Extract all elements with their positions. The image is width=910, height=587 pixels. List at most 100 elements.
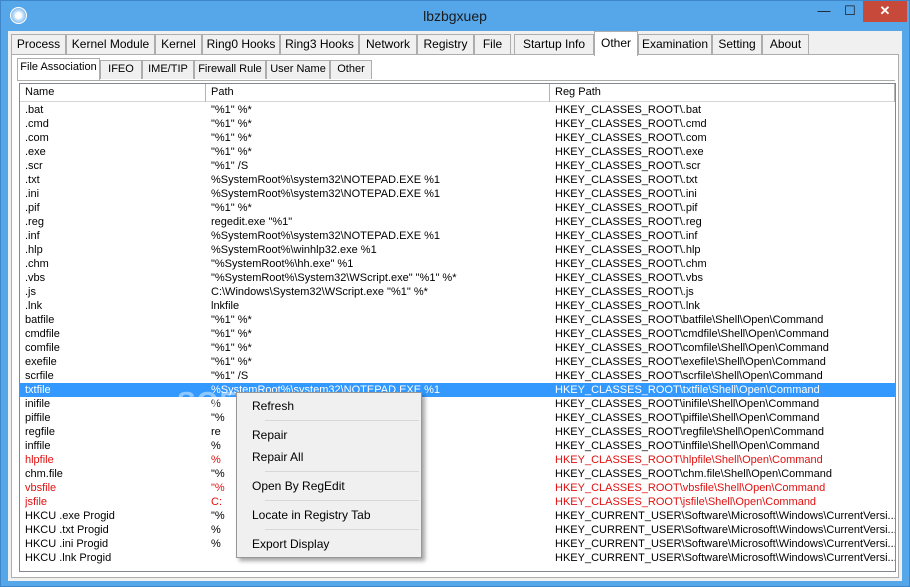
cell-name: inifile xyxy=(25,398,51,410)
table-row[interactable]: HKCU .ini Progid% HKEY_CURRENT_USER\Softw… xyxy=(20,537,895,551)
client-area: Process Kernel Module Kernel Ring0 Hooks… xyxy=(8,31,902,581)
table-row[interactable]: piffile "% HKEY_CLASSES_ROOT\piffile\Shell… xyxy=(20,411,895,425)
table-row[interactable]: hlpfile% HKEY_CLASSES_ROOT\hlpfile\Shell\… xyxy=(20,453,895,467)
table-row[interactable]: HKCU .exe Progid "% HKEY_CURRENT_USER\Soft… xyxy=(20,509,895,523)
menu-separator xyxy=(265,500,419,501)
table-row[interactable]: .vbs "%SystemRoot%\System32\WScript.exe" … xyxy=(20,271,895,285)
tab-ring3-hooks[interactable]: Ring3 Hooks xyxy=(280,34,359,55)
table-row[interactable]: HKCU .txt Progid% HKEY_CURRENT_USER\Softw… xyxy=(20,523,895,537)
title-bar[interactable]: lbzbgxuep — ☐ ✕ xyxy=(1,1,909,31)
table-row[interactable]: vbsfile "% HKEY_CLASSES_ROOT\vbsfile\Shell… xyxy=(20,481,895,495)
table-row[interactable]: .pif "%1" %* HKEY_CLASSES_ROOT\.pif xyxy=(20,201,895,215)
table-row[interactable]: .exe "%1" %* HKEY_CLASSES_ROOT\.exe xyxy=(20,145,895,159)
table-row[interactable]: HKCU .lnk Progid HKEY_CURRENT_USER\Softwa… xyxy=(20,551,895,565)
maximize-button[interactable]: ☐ xyxy=(837,1,863,22)
table-row[interactable]: inffile% HKEY_CLASSES_ROOT\inffile\Shell\… xyxy=(20,439,895,453)
subtab-user-name[interactable]: User Name xyxy=(266,60,330,79)
table-row[interactable]: .chm "%SystemRoot%\hh.exe" %1 HKEY_CLASSES… xyxy=(20,257,895,271)
table-row[interactable]: batfile "%1" %* HKEY_CLASSES_ROOT\batfile\… xyxy=(20,313,895,327)
tab-ring0-hooks[interactable]: Ring0 Hooks xyxy=(202,34,280,55)
column-header-reg-path[interactable]: Reg Path xyxy=(550,84,895,102)
table-row[interactable]: .inf %SystemRoot%\system32\NOTEPAD.EXE %1… xyxy=(20,229,895,243)
cell-name: .hlp xyxy=(25,244,43,256)
table-row[interactable]: .lnk lnkfile HKEY_CLASSES_ROOT\.lnk xyxy=(20,299,895,313)
window-title: lbzbgxuep xyxy=(423,8,487,24)
cell-reg-path: HKEY_CLASSES_ROOT\inffile\Shell\Open\Com… xyxy=(555,440,820,452)
menu-item-refresh[interactable]: Refresh xyxy=(239,395,419,417)
table-row[interactable]: .scr "%1" /S HKEY_CLASSES_ROOT\.scr xyxy=(20,159,895,173)
table-row[interactable]: comfile "%1" %* HKEY_CLASSES_ROOT\comfile\… xyxy=(20,341,895,355)
tab-setting[interactable]: Setting xyxy=(712,34,762,55)
cell-path: "%1" %* xyxy=(211,202,252,214)
column-header-name[interactable]: Name xyxy=(20,84,206,102)
cell-reg-path: HKEY_CLASSES_ROOT\cmdfile\Shell\Open\Com… xyxy=(555,328,829,340)
table-row[interactable]: regfile re HKEY_CLASSES_ROOT\regfile\Shell… xyxy=(20,425,895,439)
cell-reg-path: HKEY_CLASSES_ROOT\.com xyxy=(555,132,707,144)
file-association-list[interactable]: Name Path Reg Path .bat "%1" %* HKEY_CLASS… xyxy=(19,83,896,572)
table-row[interactable]: inifile% HKEY_CLASSES_ROOT\inifile\Shell\… xyxy=(20,397,895,411)
tab-network[interactable]: Network xyxy=(359,34,417,55)
cell-reg-path: HKEY_CLASSES_ROOT\.chm xyxy=(555,258,707,270)
cell-path: "%1" %* xyxy=(211,314,252,326)
cell-path: %SystemRoot%\system32\NOTEPAD.EXE %1 xyxy=(211,188,441,200)
cell-name: vbsfile xyxy=(25,482,57,494)
tab-other[interactable]: Other xyxy=(594,31,638,56)
cell-name: batfile xyxy=(25,314,55,326)
tab-process[interactable]: Process xyxy=(11,34,66,55)
table-row[interactable]: cmdfile "%1" %* HKEY_CLASSES_ROOT\cmdfile\… xyxy=(20,327,895,341)
cell-reg-path: HKEY_CURRENT_USER\Software\Microsoft\Win… xyxy=(555,524,896,536)
cell-reg-path: HKEY_CURRENT_USER\Software\Microsoft\Win… xyxy=(555,538,896,550)
cell-path: %SystemRoot%\system32\NOTEPAD.EXE %1 xyxy=(211,230,441,242)
cell-reg-path: HKEY_CLASSES_ROOT\.txt xyxy=(555,174,698,186)
cell-reg-path: HKEY_CLASSES_ROOT\jsfile\Shell\Open\Comm… xyxy=(555,496,817,508)
cell-name: scrfile xyxy=(25,370,54,382)
subtab-ifeo[interactable]: IFEO xyxy=(100,60,142,79)
table-row[interactable]: .cmd "%1" %* HKEY_CLASSES_ROOT\.cmd xyxy=(20,117,895,131)
cell-reg-path: HKEY_CLASSES_ROOT\.js xyxy=(555,286,694,298)
cell-name: inffile xyxy=(25,440,51,452)
minimize-button[interactable]: — xyxy=(811,1,837,22)
tab-about[interactable]: About xyxy=(762,34,809,55)
subtab-firewall-rule[interactable]: Firewall Rule xyxy=(194,60,266,79)
menu-item-open-by-regedit[interactable]: Open By RegEdit xyxy=(239,475,419,497)
tab-registry[interactable]: Registry xyxy=(417,34,474,55)
table-row[interactable]: exefile "%1" %* HKEY_CLASSES_ROOT\exefile\… xyxy=(20,355,895,369)
tab-startup-info[interactable]: Startup Info xyxy=(514,34,594,55)
cell-path: %SystemRoot%\winhlp32.exe %1 xyxy=(211,244,377,256)
table-row[interactable]: .reg regedit.exe "%1" HKEY_CLASSES_ROOT\.r… xyxy=(20,215,895,229)
context-menu: Refresh Repair Repair All Open By RegEdi… xyxy=(236,392,422,558)
tab-file[interactable]: File xyxy=(474,34,511,55)
subtab-other[interactable]: Other xyxy=(330,60,372,79)
cell-path: "%1" %* xyxy=(211,118,252,130)
cell-reg-path: HKEY_CLASSES_ROOT\.reg xyxy=(555,216,702,228)
cell-path: "%1" /S xyxy=(211,160,249,172)
table-row[interactable]: jsfile C: HKEY_CLASSES_ROOT\jsfile\Shell\O… xyxy=(20,495,895,509)
table-row[interactable]: .txt %SystemRoot%\system32\NOTEPAD.EXE %1… xyxy=(20,173,895,187)
table-row[interactable]: chm.file "% HKEY_CLASSES_ROOT\chm.file\She… xyxy=(20,467,895,481)
subtab-ime-tip[interactable]: IME/TIP xyxy=(142,60,194,79)
column-header-path[interactable]: Path xyxy=(206,84,550,102)
cell-name: .reg xyxy=(25,216,44,228)
tab-examination[interactable]: Examination xyxy=(638,34,712,55)
table-row[interactable]: txtfile %SystemRoot%\system32\NOTEPAD.EXE… xyxy=(20,383,895,397)
table-row[interactable]: .js C:\Windows\System32\WScript.exe "%1" … xyxy=(20,285,895,299)
menu-item-locate-in-registry-tab[interactable]: Locate in Registry Tab xyxy=(239,504,419,526)
table-row[interactable]: scrfile "%1" /S HKEY_CLASSES_ROOT\scrfile\… xyxy=(20,369,895,383)
cell-path: "%1" %* xyxy=(211,146,252,158)
cell-path: regedit.exe "%1" xyxy=(211,216,293,228)
table-row[interactable]: .bat "%1" %* HKEY_CLASSES_ROOT\.bat xyxy=(20,103,895,117)
menu-item-export-display[interactable]: Export Display xyxy=(239,533,419,555)
cell-reg-path: HKEY_CLASSES_ROOT\regfile\Shell\Open\Com… xyxy=(555,426,825,438)
cell-path: "%1" %* xyxy=(211,356,252,368)
cell-reg-path: HKEY_CLASSES_ROOT\scrfile\Shell\Open\Com… xyxy=(555,370,823,382)
tab-kernel-module[interactable]: Kernel Module xyxy=(66,34,155,55)
table-row[interactable]: .ini %SystemRoot%\system32\NOTEPAD.EXE %1… xyxy=(20,187,895,201)
close-button[interactable]: ✕ xyxy=(863,1,907,22)
table-row[interactable]: .com "%1" %* HKEY_CLASSES_ROOT\.com xyxy=(20,131,895,145)
menu-item-repair-all[interactable]: Repair All xyxy=(239,446,419,468)
tab-kernel[interactable]: Kernel xyxy=(155,34,202,55)
subtab-file-association[interactable]: File Association xyxy=(17,58,100,80)
other-tab-panel: File Association IFEO IME/TIP Firewall R… xyxy=(11,55,899,578)
table-row[interactable]: .hlp %SystemRoot%\winhlp32.exe %1 HKEY_CLA… xyxy=(20,243,895,257)
menu-item-repair[interactable]: Repair xyxy=(239,424,419,446)
